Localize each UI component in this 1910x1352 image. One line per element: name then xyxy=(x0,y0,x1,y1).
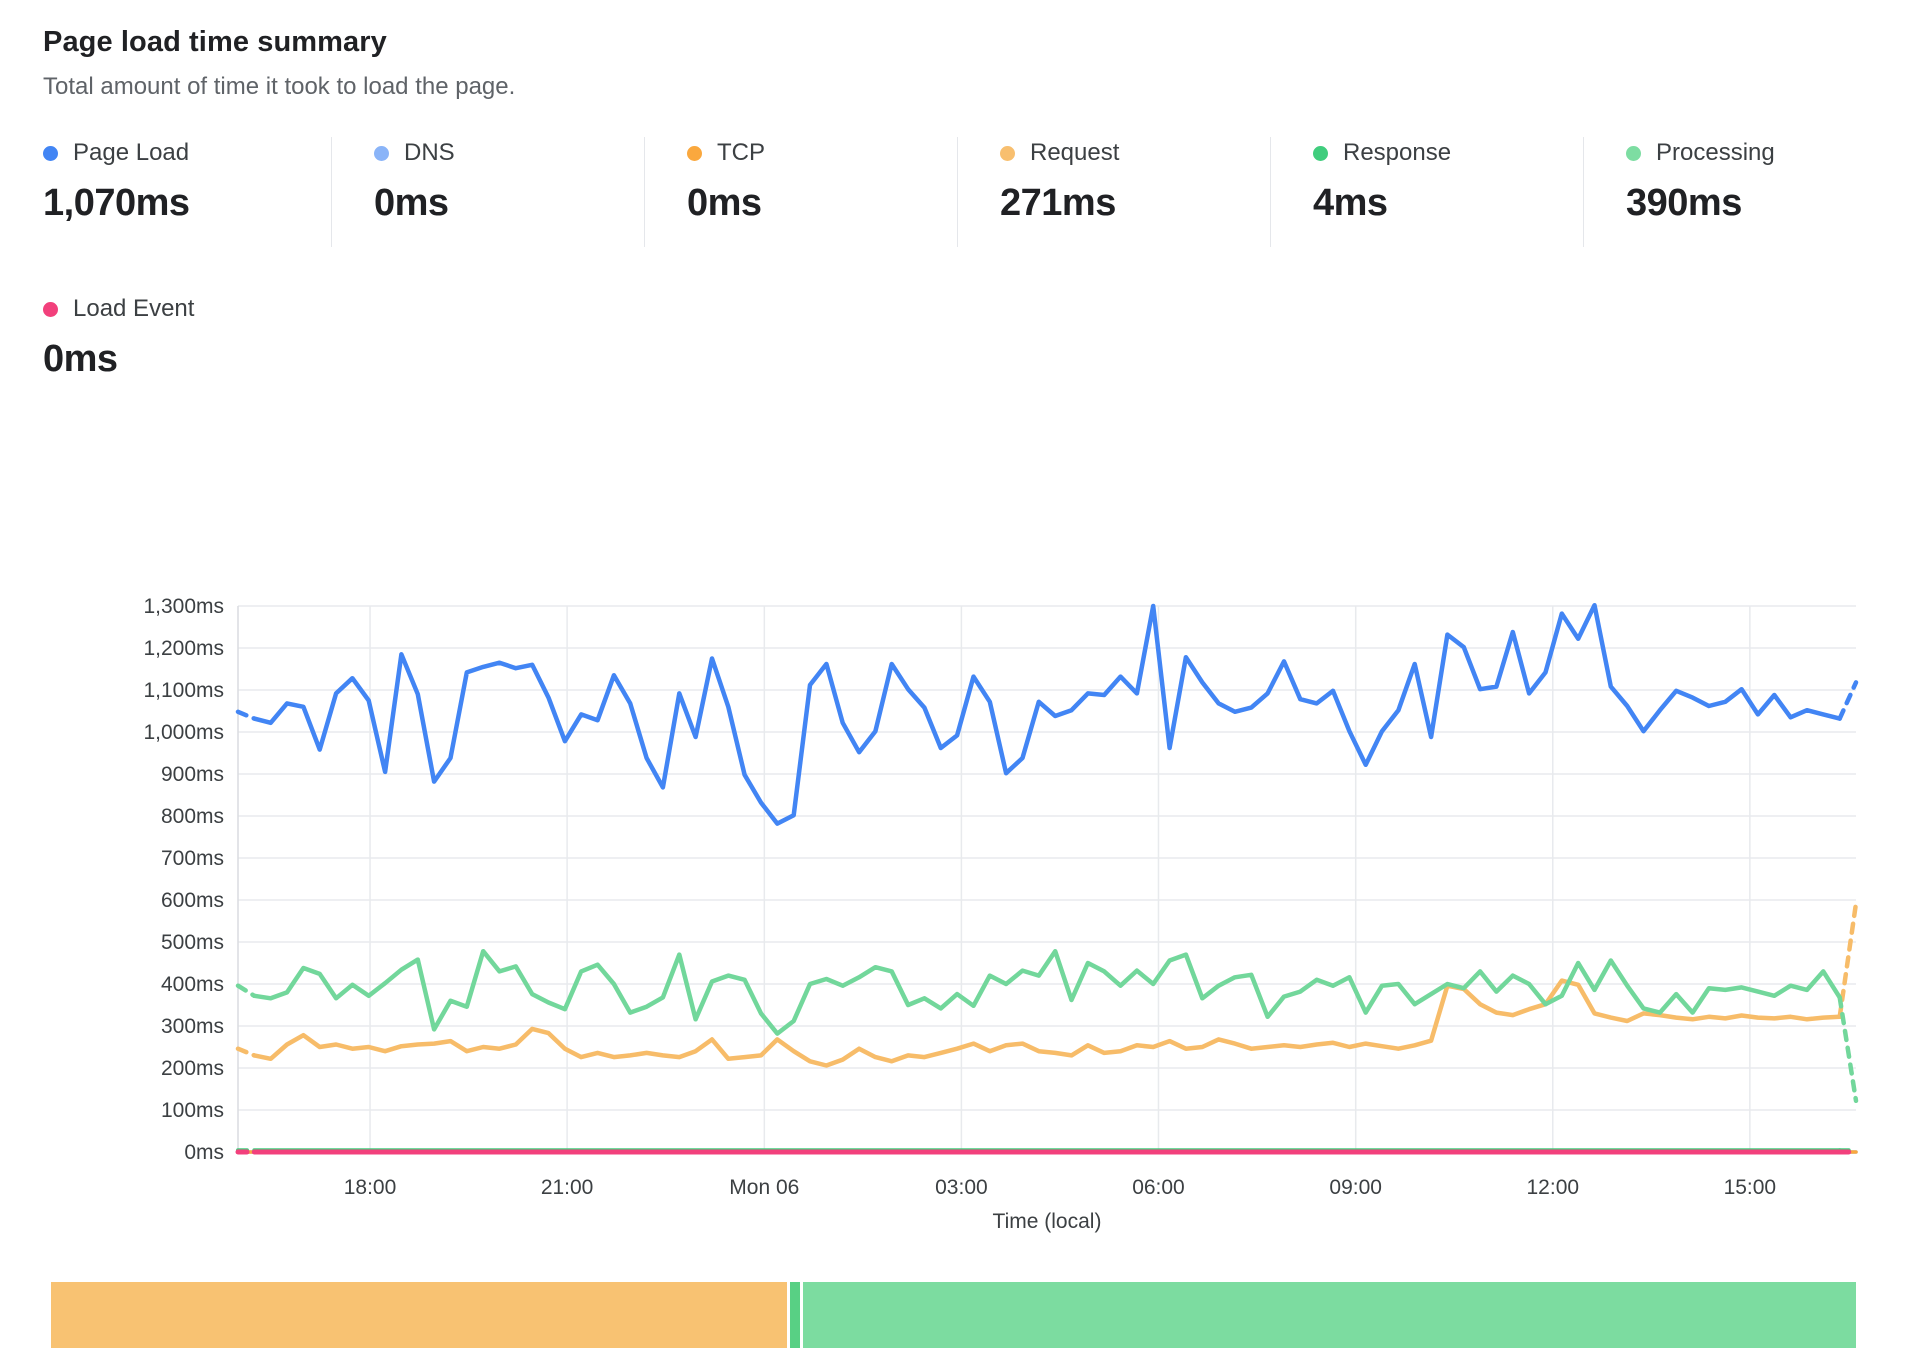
stat-value: 0ms xyxy=(374,182,644,225)
stat-load-event: Load Event 0ms xyxy=(43,293,331,403)
request-dot-icon xyxy=(1000,146,1015,161)
x-axis-tick-label: 06:00 xyxy=(1132,1176,1185,1199)
stat-value: 0ms xyxy=(43,338,331,381)
stat-response: Response 4ms xyxy=(1270,137,1583,247)
load-event-dot-icon xyxy=(43,302,58,317)
stat-label: Processing xyxy=(1656,139,1775,167)
y-axis-tick-label: 600ms xyxy=(161,889,224,912)
stat-label: Response xyxy=(1343,139,1451,167)
stat-value: 0ms xyxy=(687,182,957,225)
stat-label: Request xyxy=(1030,139,1119,167)
timeseries-chart[interactable]: 0ms 100ms 200ms 300ms 400ms 500ms 600ms 700ms 80… xyxy=(55,485,1875,1250)
y-axis-tick-label: 0ms xyxy=(184,1141,224,1164)
processing-dot-icon xyxy=(1626,146,1641,161)
y-axis-tick-label: 1,200ms xyxy=(143,637,224,660)
stat-value: 390ms xyxy=(1626,182,1903,225)
dns-dot-icon xyxy=(374,146,389,161)
chart-container: 0ms 100ms 200ms 300ms 400ms 500ms 600ms 700ms 80… xyxy=(55,485,1875,1255)
stat-processing: Processing 390ms xyxy=(1583,137,1903,247)
x-axis-tick-label: 03:00 xyxy=(935,1176,988,1199)
y-axis-tick-label: 400ms xyxy=(161,973,224,996)
stat-request: Request 271ms xyxy=(957,137,1270,247)
x-axis-title: Time (local) xyxy=(993,1210,1102,1233)
series-request xyxy=(238,1049,254,1056)
stat-page-load: Page Load 1,070ms xyxy=(43,137,331,247)
stat-tcp: TCP 0ms xyxy=(644,137,957,247)
series-processing xyxy=(254,951,1839,1033)
series-page-load xyxy=(254,605,1839,823)
x-axis-tick-label: 18:00 xyxy=(344,1176,397,1199)
status-bar-segment-orange[interactable] xyxy=(51,1282,787,1348)
stat-label: DNS xyxy=(404,139,455,167)
page-title: Page load time summary xyxy=(43,26,1910,59)
y-axis-tick-label: 700ms xyxy=(161,847,224,870)
page-load-dot-icon xyxy=(43,146,58,161)
response-dot-icon xyxy=(1313,146,1328,161)
series-request xyxy=(254,981,1839,1066)
tcp-dot-icon xyxy=(687,146,702,161)
y-axis-tick-label: 300ms xyxy=(161,1015,224,1038)
stat-value: 1,070ms xyxy=(43,182,331,225)
page-subtitle: Total amount of time it took to load the… xyxy=(43,73,1910,101)
series-processing xyxy=(238,986,254,996)
status-bar-segment-green-sliver[interactable] xyxy=(790,1282,800,1348)
y-axis-tick-label: 1,100ms xyxy=(143,679,224,702)
page-load-summary-panel: Page load time summary Total amount of t… xyxy=(0,0,1910,1348)
stat-label: Page Load xyxy=(73,139,189,167)
stat-label: Load Event xyxy=(73,295,194,323)
metrics-summary-row: Page Load 1,070ms DNS 0ms TCP 0ms Reques… xyxy=(43,137,1910,247)
y-axis-tick-label: 900ms xyxy=(161,763,224,786)
y-axis-tick-label: 200ms xyxy=(161,1057,224,1080)
y-axis-tick-label: 500ms xyxy=(161,931,224,954)
x-axis-tick-label: 09:00 xyxy=(1329,1176,1382,1199)
x-axis-tick-label: 12:00 xyxy=(1527,1176,1580,1199)
y-axis-tick-label: 800ms xyxy=(161,805,224,828)
metrics-summary-row-2: Load Event 0ms xyxy=(43,293,1910,403)
series-processing xyxy=(1840,997,1856,1100)
stat-dns: DNS 0ms xyxy=(331,137,644,247)
stat-label: TCP xyxy=(717,139,765,167)
y-axis-tick-label: 100ms xyxy=(161,1099,224,1122)
y-axis-tick-label: 1,000ms xyxy=(143,721,224,744)
x-axis-tick-label: Mon 06 xyxy=(729,1176,799,1199)
y-axis-tick-label: 1,300ms xyxy=(143,595,224,618)
series-page-load xyxy=(1840,682,1856,718)
stat-value: 4ms xyxy=(1313,182,1583,225)
x-axis-tick-label: 15:00 xyxy=(1724,1176,1777,1199)
stat-value: 271ms xyxy=(1000,182,1270,225)
status-bar xyxy=(51,1282,1856,1348)
series-page-load xyxy=(238,712,254,719)
x-axis-tick-label: 21:00 xyxy=(541,1176,594,1199)
status-bar-segment-green[interactable] xyxy=(803,1282,1856,1348)
